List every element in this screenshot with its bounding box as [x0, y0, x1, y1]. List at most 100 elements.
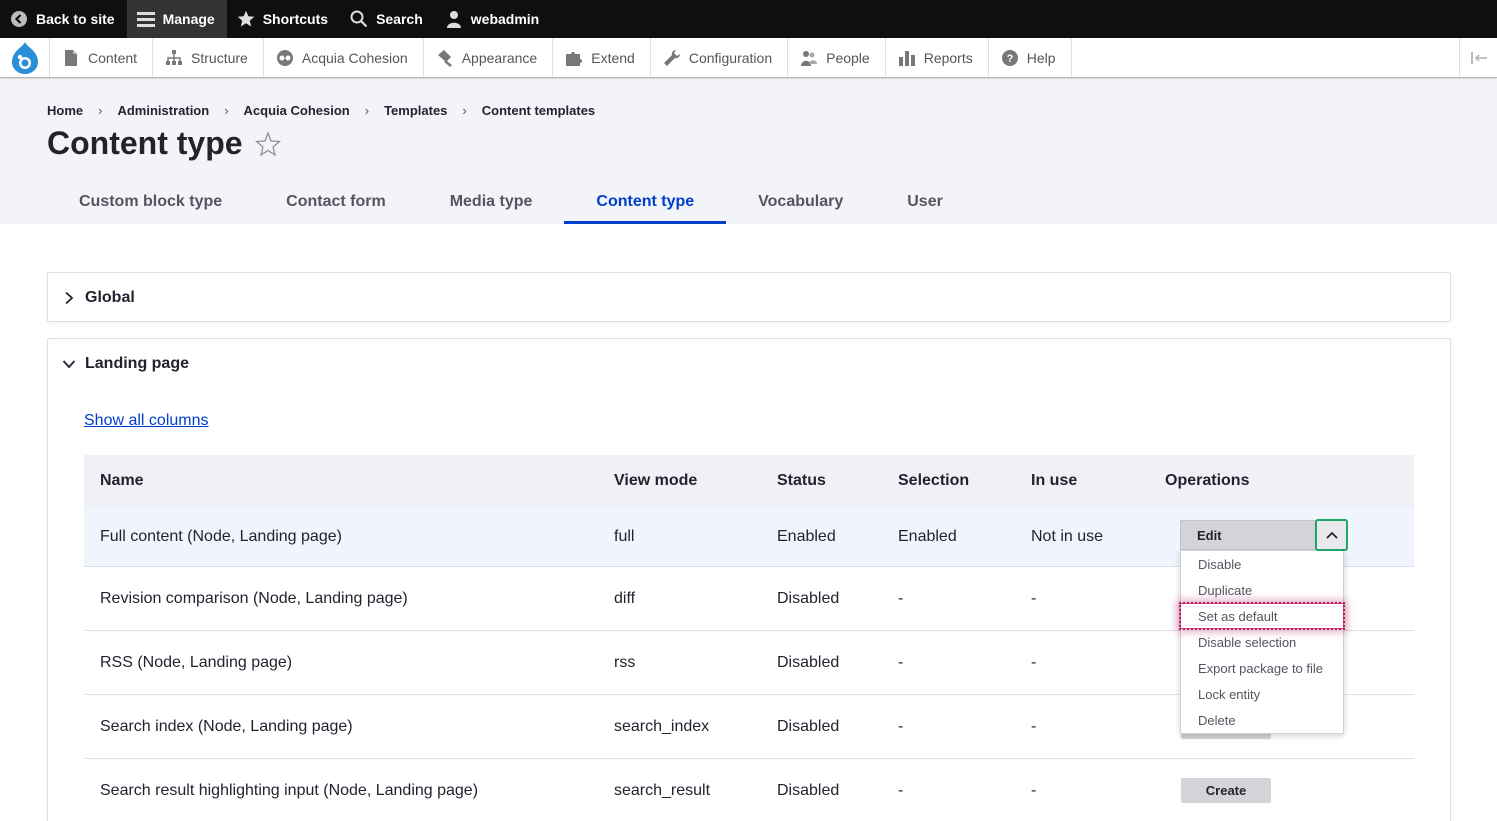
row-view-mode: search_index — [614, 717, 710, 735]
row-name: Revision comparison (Node, Landing page) — [100, 589, 408, 607]
menu-content-label: Content — [88, 49, 138, 66]
back-to-site-label: Back to site — [36, 11, 115, 27]
row-selection: - — [898, 717, 904, 735]
breadcrumb-home[interactable]: Home — [47, 103, 83, 118]
breadcrumb-separator: › — [462, 103, 467, 118]
menu-configuration[interactable]: Configuration — [651, 38, 789, 77]
menu-help[interactable]: ? Help — [989, 38, 1072, 77]
row-status: Disabled — [777, 717, 840, 735]
menu-reports[interactable]: Reports — [886, 38, 989, 77]
breadcrumb-templates[interactable]: Templates — [384, 103, 447, 118]
menu-structure[interactable]: Structure — [153, 38, 264, 77]
breadcrumb-content-templates[interactable]: Content templates — [482, 103, 595, 118]
column-header-in-use: In use — [1031, 472, 1078, 489]
page-title-text: Content type — [47, 125, 243, 161]
admin-toolbar: Back to site Manage Shortcuts Search web… — [0, 0, 1497, 38]
page-header: Home › Administration › Acquia Cohesion … — [0, 79, 1497, 224]
sitemap-icon — [165, 49, 183, 67]
menu-configuration-label: Configuration — [688, 49, 773, 66]
shortcuts-label: Shortcuts — [262, 11, 329, 27]
row-selection: - — [898, 781, 904, 799]
row-selection: - — [898, 653, 904, 671]
column-header-name: Name — [100, 472, 144, 489]
menu-content[interactable]: Content — [50, 38, 154, 77]
landing-page-section-label: Landing page — [85, 355, 189, 372]
shortcuts-tab[interactable]: Shortcuts — [227, 0, 340, 38]
row-in-use: - — [1031, 717, 1037, 735]
edit-button[interactable]: Edit — [1180, 520, 1316, 550]
global-section-label: Global — [85, 289, 135, 306]
tray-orientation-toggle[interactable] — [1459, 38, 1497, 77]
tab-vocabulary[interactable]: Vocabulary — [726, 179, 875, 224]
landing-page-section-toggle[interactable]: Landing page — [62, 339, 189, 389]
back-arrow-icon — [10, 10, 28, 28]
breadcrumb-administration[interactable]: Administration — [117, 103, 209, 118]
column-header-selection: Selection — [898, 472, 970, 489]
menu-item-disable-selection[interactable]: Disable selection — [1181, 629, 1343, 655]
tab-content-type[interactable]: Content type — [564, 179, 726, 224]
tab-custom-block-type[interactable]: Custom block type — [47, 179, 254, 224]
menu-people-label: People — [826, 49, 870, 66]
row-in-use: - — [1031, 781, 1037, 799]
operations-dropdown: Edit Disable Duplicate Set as default Di… — [1179, 519, 1348, 734]
search-icon — [350, 10, 368, 28]
collapse-icon — [1470, 51, 1487, 64]
menu-extend-label: Extend — [591, 49, 635, 66]
row-selection: - — [898, 589, 904, 607]
drupal-logo-icon[interactable] — [0, 38, 50, 77]
global-section-toggle[interactable]: Global — [62, 273, 135, 323]
menu-item-delete[interactable]: Delete — [1181, 707, 1343, 733]
wrench-icon — [663, 49, 681, 67]
breadcrumb-separator: › — [364, 103, 370, 118]
show-all-columns-link[interactable]: Show all columns — [84, 412, 209, 430]
menu-acquia-cohesion[interactable]: Acquia Cohesion — [264, 38, 424, 77]
back-to-site-link[interactable]: Back to site — [0, 0, 127, 38]
user-tab[interactable]: webadmin — [435, 0, 551, 38]
create-button[interactable]: Create — [1181, 778, 1271, 803]
table-row: Search result highlighting input (Node, … — [84, 759, 1414, 821]
table-header: Name View mode Status Selection In use O… — [84, 455, 1414, 507]
menu-item-lock-entity[interactable]: Lock entity — [1181, 681, 1343, 707]
chevron-up-icon — [1325, 531, 1338, 539]
row-view-mode: full — [614, 527, 635, 545]
menu-appearance-label: Appearance — [461, 49, 538, 66]
global-section: Global — [47, 272, 1451, 322]
row-name: Search result highlighting input (Node, … — [100, 781, 479, 799]
menu-structure-label: Structure — [191, 49, 248, 66]
row-status: Disabled — [777, 781, 840, 799]
hamburger-icon — [136, 10, 155, 28]
row-view-mode: search_result — [614, 781, 711, 799]
dropdown-toggle-button[interactable] — [1315, 519, 1348, 551]
paint-icon — [436, 49, 454, 67]
menu-appearance[interactable]: Appearance — [424, 38, 554, 77]
menu-people[interactable]: People — [788, 38, 886, 77]
user-label: webadmin — [470, 11, 540, 27]
manage-tab[interactable]: Manage — [126, 0, 227, 38]
row-name: Search index (Node, Landing page) — [100, 717, 353, 735]
dropdown-top: Edit — [1180, 519, 1348, 551]
column-header-status: Status — [777, 472, 826, 489]
entity-type-tabs: Custom block type Contact form Media typ… — [47, 179, 975, 224]
people-icon — [800, 49, 818, 67]
menu-item-disable[interactable]: Disable — [1181, 551, 1343, 577]
tab-user[interactable]: User — [875, 179, 975, 224]
star-icon — [237, 10, 255, 28]
menu-item-set-as-default[interactable]: Set as default — [1179, 602, 1345, 630]
chevron-right-icon — [62, 291, 76, 305]
search-tab[interactable]: Search — [340, 0, 435, 38]
row-name: Full content (Node, Landing page) — [100, 527, 342, 545]
tray-spacer — [1072, 38, 1459, 77]
breadcrumb-acquia-cohesion[interactable]: Acquia Cohesion — [244, 103, 350, 118]
admin-menu-tray: Content Structure Acquia Cohesion Appear… — [0, 38, 1497, 78]
tab-contact-form[interactable]: Contact form — [254, 179, 418, 224]
row-in-use: - — [1031, 589, 1037, 607]
menu-reports-label: Reports — [923, 49, 973, 66]
menu-item-duplicate[interactable]: Duplicate — [1181, 577, 1343, 603]
menu-extend[interactable]: Extend — [553, 38, 651, 77]
favorite-star-icon[interactable] — [254, 130, 281, 157]
menu-item-export-package[interactable]: Export package to file — [1181, 655, 1343, 681]
help-icon: ? — [1001, 49, 1019, 67]
tab-media-type[interactable]: Media type — [418, 179, 565, 224]
row-status: Disabled — [777, 589, 840, 607]
row-selection: Enabled — [898, 527, 957, 545]
